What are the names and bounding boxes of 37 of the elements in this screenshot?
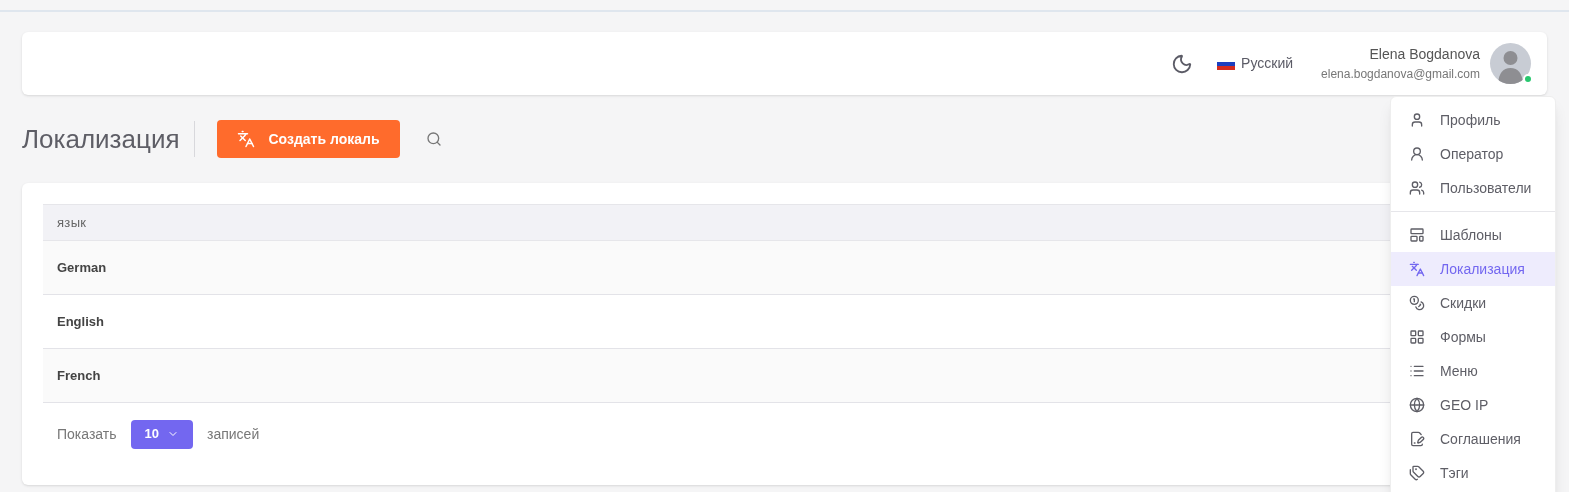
menu-item[interactable]: Меню (1391, 354, 1555, 388)
table-cell-text: French (57, 366, 101, 385)
menu-item[interactable]: GEO IP (1391, 388, 1555, 422)
menu-item[interactable]: Тэги (1391, 456, 1555, 490)
menu-item[interactable]: Шаблоны (1391, 218, 1555, 252)
list-icon (1409, 363, 1425, 379)
table-cell-text: English (57, 312, 104, 331)
translate-icon (236, 130, 255, 148)
menu-item[interactable]: Пользователи (1391, 171, 1555, 205)
menu-item[interactable]: Профиль (1391, 103, 1555, 137)
people-icon (1409, 180, 1425, 196)
grid-icon (1409, 329, 1425, 345)
person-icon (1409, 112, 1425, 128)
coins-icon (1409, 295, 1425, 311)
menu-item[interactable]: Скидки (1391, 286, 1555, 320)
table-cell-text: German (57, 258, 107, 277)
user-name: Elena Bogdanova (1369, 45, 1480, 64)
entries-label: записей (207, 424, 260, 444)
menu-item[interactable]: Формы (1391, 320, 1555, 354)
person-icon (1409, 146, 1425, 162)
user-email: elena.bogdanova@gmail.com (1321, 66, 1480, 83)
language-selector[interactable]: Русский (1241, 53, 1294, 74)
menu-item[interactable]: Локализация (1391, 252, 1555, 286)
globe-icon (1409, 397, 1425, 413)
menu-item[interactable]: Оператор (1391, 137, 1555, 171)
translate-icon (1409, 261, 1425, 277)
page-size-select[interactable]: 10 (130, 419, 193, 449)
menu-item[interactable]: Соглашения (1391, 422, 1555, 456)
column-header[interactable]: язык (57, 212, 87, 233)
avatar[interactable] (1490, 43, 1531, 84)
document-icon (1409, 431, 1425, 447)
search-icon[interactable] (425, 131, 442, 147)
moon-icon[interactable] (1171, 52, 1194, 75)
page-title: Локализация (22, 121, 195, 157)
show-label: Показать (57, 424, 117, 444)
template-icon (1409, 227, 1425, 243)
tag-icon (1409, 465, 1425, 481)
